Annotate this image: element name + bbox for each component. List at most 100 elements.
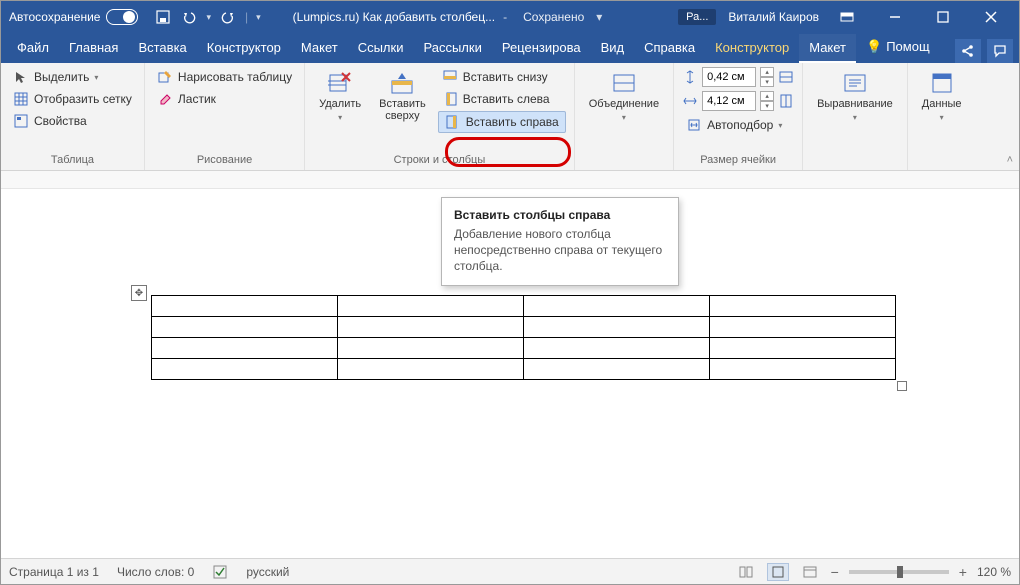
chevron-down-icon: ▾	[940, 113, 944, 122]
merge-cells-icon	[612, 71, 636, 95]
alignment-icon	[843, 71, 867, 95]
cursor-icon	[13, 69, 29, 85]
insert-row-above-icon	[390, 71, 414, 95]
group-label: Строки и столбцы	[313, 152, 566, 170]
maximize-button[interactable]	[923, 1, 963, 33]
redo-icon[interactable]	[219, 8, 237, 26]
word-count[interactable]: Число слов: 0	[117, 565, 194, 579]
ribbon-display-icon[interactable]	[827, 1, 867, 33]
alignment-button[interactable]: Выравнивание ▾	[811, 67, 899, 126]
properties-button[interactable]: Свойства	[9, 111, 136, 131]
width-spinner[interactable]: ▴▾	[760, 91, 774, 111]
column-width-field[interactable]: ▴▾	[682, 91, 794, 111]
tab-layout[interactable]: Макет	[291, 34, 348, 63]
save-icon[interactable]	[154, 8, 172, 26]
tab-help[interactable]: Справка	[634, 34, 705, 63]
insert-below-button[interactable]: Вставить снизу	[438, 67, 566, 87]
group-draw: Нарисовать таблицу Ластик Рисование	[145, 63, 305, 170]
width-input[interactable]	[702, 91, 756, 111]
chevron-down-icon: ▾	[778, 121, 782, 130]
user-initials[interactable]: Ра...	[678, 9, 716, 25]
language-indicator[interactable]: русский	[246, 565, 289, 579]
qat-customize-chevron-icon[interactable]: ▾	[256, 12, 261, 23]
toggle-switch[interactable]	[106, 9, 138, 25]
height-input[interactable]	[702, 67, 756, 87]
autofit-button[interactable]: Автоподбор ▾	[682, 115, 794, 135]
page-indicator[interactable]: Страница 1 из 1	[9, 565, 99, 579]
tab-file[interactable]: Файл	[7, 34, 59, 63]
eraser-button[interactable]: Ластик	[153, 89, 296, 109]
ruler[interactable]	[1, 171, 1019, 189]
distribute-rows-icon[interactable]	[778, 69, 794, 85]
tab-table-layout[interactable]: Макет	[799, 34, 856, 63]
chevron-down-icon: ▾	[94, 73, 98, 82]
comments-icon[interactable]	[987, 39, 1013, 63]
document-table[interactable]	[151, 295, 896, 380]
tab-design[interactable]: Конструктор	[197, 34, 291, 63]
table-row[interactable]	[152, 296, 896, 317]
delete-table-icon	[328, 71, 352, 95]
tab-table-design[interactable]: Конструктор	[705, 34, 799, 63]
status-chevron-icon[interactable]: ▾	[596, 10, 602, 24]
properties-icon	[13, 113, 29, 129]
group-cell-size: ▴▾ ▴▾ Автоподбор ▾ Размер ячейки	[674, 63, 803, 170]
collapse-ribbon-icon[interactable]: ˄	[1007, 154, 1013, 166]
web-layout-icon[interactable]	[799, 563, 821, 581]
tab-view[interactable]: Вид	[591, 34, 635, 63]
share-icon[interactable]	[955, 39, 981, 63]
read-mode-icon[interactable]	[735, 563, 757, 581]
tab-review[interactable]: Рецензирова	[492, 34, 591, 63]
tab-tell-me[interactable]: 💡Помощ	[856, 33, 940, 63]
tab-home[interactable]: Главная	[59, 34, 128, 63]
autofit-icon	[686, 117, 702, 133]
titlebar: Автосохранение ▾ | ▾ (Lumpics.ru) Как до…	[1, 1, 1019, 33]
close-button[interactable]	[971, 1, 1011, 33]
table-move-handle-icon[interactable]: ✥	[131, 285, 147, 301]
table-row[interactable]	[152, 359, 896, 380]
select-button[interactable]: Выделить ▾	[9, 67, 136, 87]
zoom-in-icon[interactable]: +	[959, 564, 967, 580]
ribbon: Выделить ▾ Отобразить сетку Свойства Таб…	[1, 63, 1019, 171]
height-spinner[interactable]: ▴▾	[760, 67, 774, 87]
eraser-icon	[157, 91, 173, 107]
table-resize-handle[interactable]	[897, 381, 907, 391]
tab-insert[interactable]: Вставка	[128, 34, 196, 63]
undo-icon[interactable]	[180, 8, 198, 26]
save-status: Сохранено	[523, 10, 584, 24]
print-layout-icon[interactable]	[767, 563, 789, 581]
table-row[interactable]	[152, 338, 896, 359]
height-icon	[682, 69, 698, 85]
delete-button[interactable]: Удалить ▾	[313, 67, 367, 126]
zoom-level[interactable]: 120 %	[977, 565, 1011, 579]
statusbar: Страница 1 из 1 Число слов: 0 русский − …	[1, 558, 1019, 584]
minimize-button[interactable]	[875, 1, 915, 33]
undo-chevron-icon[interactable]: ▾	[206, 12, 211, 23]
insert-column-left-icon	[442, 91, 458, 107]
tab-help-area	[955, 39, 1013, 63]
data-button[interactable]: Данные ▾	[916, 67, 968, 126]
group-label	[583, 164, 665, 170]
distribute-columns-icon[interactable]	[778, 93, 794, 109]
tab-references[interactable]: Ссылки	[348, 34, 414, 63]
group-alignment: Выравнивание ▾	[803, 63, 908, 170]
autosave-toggle[interactable]: Автосохранение	[9, 9, 138, 25]
tab-mailings[interactable]: Рассылки	[413, 34, 491, 63]
insert-left-button[interactable]: Вставить слева	[438, 89, 566, 109]
zoom-slider[interactable]	[849, 570, 949, 574]
group-label	[811, 164, 899, 170]
row-height-field[interactable]: ▴▾	[682, 67, 794, 87]
title-separator: -	[503, 10, 507, 24]
draw-table-button[interactable]: Нарисовать таблицу	[153, 67, 296, 87]
document-title: (Lumpics.ru) Как добавить столбец...	[293, 10, 495, 24]
pencil-table-icon	[157, 69, 173, 85]
view-gridlines-button[interactable]: Отобразить сетку	[9, 89, 136, 109]
insert-right-button[interactable]: Вставить справа	[438, 111, 566, 133]
tooltip-title: Вставить столбцы справа	[454, 208, 666, 222]
user-name[interactable]: Виталий Каиров	[728, 10, 819, 24]
merge-button[interactable]: Объединение ▾	[583, 67, 665, 126]
table-row[interactable]	[152, 317, 896, 338]
spellcheck-icon[interactable]	[212, 564, 228, 580]
group-label: Размер ячейки	[682, 152, 794, 170]
insert-above-button[interactable]: Вставить сверху	[373, 67, 432, 126]
zoom-out-icon[interactable]: −	[831, 564, 839, 580]
